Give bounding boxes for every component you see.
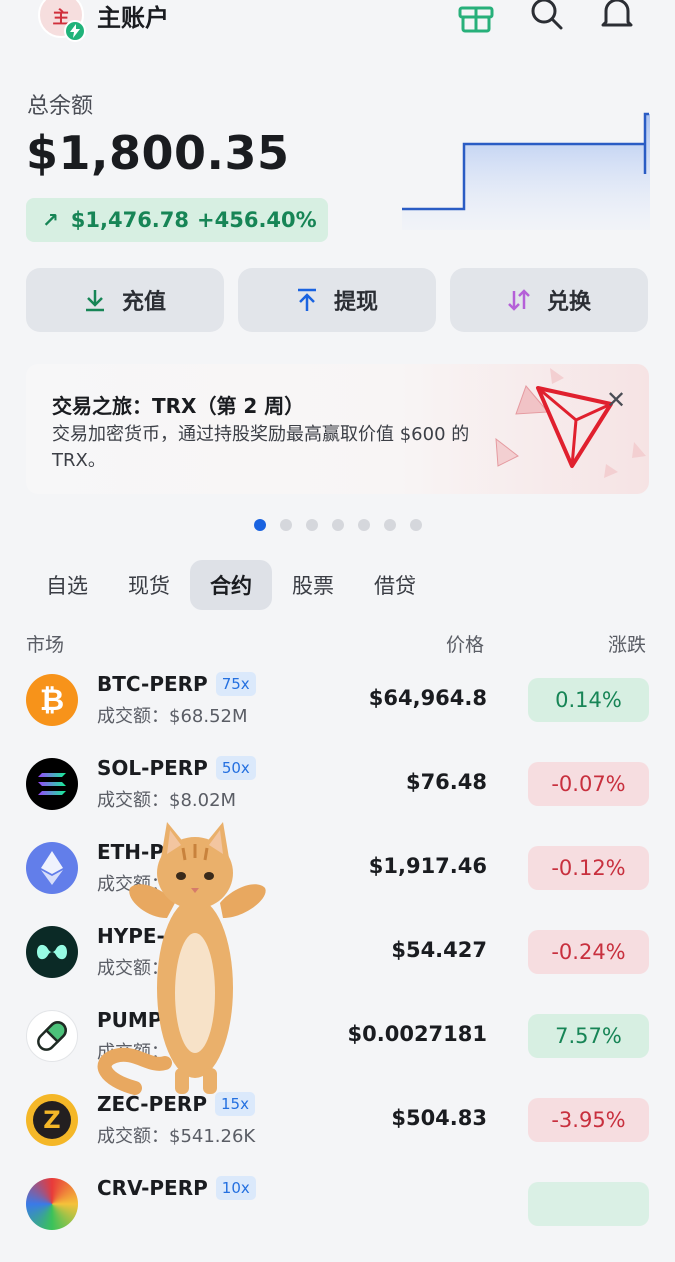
market-price: $64,964.8 — [368, 686, 487, 710]
carousel-dot[interactable] — [384, 519, 396, 531]
market-volume: 成交额：$8.02M — [97, 790, 237, 811]
column-change[interactable]: 涨跌 — [608, 630, 646, 657]
tab-spot[interactable]: 现货 — [108, 560, 190, 610]
balance-sparkline — [402, 112, 650, 230]
download-icon — [85, 290, 104, 312]
bell-icon[interactable] — [598, 0, 636, 34]
carousel-dot[interactable] — [280, 519, 292, 531]
carousel-dot[interactable] — [410, 519, 422, 531]
top-bar: 主 主账户 — [0, 0, 675, 42]
deposit-button[interactable]: 充值 — [26, 268, 224, 332]
pnl-badge[interactable]: ↗ $1,476.78 +456.40% — [26, 198, 328, 242]
account-name[interactable]: 主账户 — [97, 0, 169, 33]
market-tabs: 自选 现货 合约 股票 借贷 — [26, 560, 436, 610]
close-icon[interactable]: ✕ — [606, 386, 626, 414]
upload-icon — [297, 288, 316, 311]
market-symbol: SOL-PERP — [97, 756, 208, 780]
market-volume: 成交额：$68.52M — [97, 706, 248, 727]
withdraw-label: 提现 — [333, 290, 378, 315]
withdraw-button[interactable]: 提现 — [238, 268, 436, 332]
leverage-badge: 75x — [215, 672, 256, 696]
tron-logo-icon — [495, 368, 646, 478]
gift-icon[interactable] — [457, 0, 495, 34]
lightning-icon — [64, 20, 86, 42]
swap-icon — [508, 289, 530, 311]
total-balance-amount: $1,800.35 — [26, 126, 290, 180]
carousel-indicator — [254, 519, 436, 531]
market-symbol: CRV-PERP — [97, 1176, 208, 1200]
tab-perpetuals[interactable]: 合约 — [190, 560, 272, 610]
market-price: $0.0027181 — [347, 1022, 487, 1046]
bitcoin-icon: ₿ — [26, 674, 78, 726]
tab-lending[interactable]: 借贷 — [354, 560, 436, 610]
column-market[interactable]: 市场 — [26, 630, 64, 657]
tab-stocks[interactable]: 股票 — [272, 560, 354, 610]
banner-description: 交易加密货币，通过持股奖励最高赢取价值 $600 的 TRX。 — [52, 424, 470, 471]
promo-banner[interactable]: 交易之旅：TRX（第 2 周） 交易加密货币，通过持股奖励最高赢取价值 $600… — [26, 364, 649, 494]
ethereum-icon — [26, 842, 78, 894]
market-row[interactable]: Z ZEC-PERP 15x 成交额：$541.26K $504.83 -3.95… — [0, 1092, 675, 1178]
leverage-badge: 50x — [215, 756, 256, 780]
change-badge[interactable]: -3.95% — [528, 1098, 649, 1142]
change-badge[interactable]: 7.57% — [528, 1014, 649, 1058]
cat-sticker-icon — [97, 822, 266, 1095]
pnl-percent: +456.40% — [197, 208, 317, 232]
hyperliquid-icon — [26, 926, 78, 978]
change-badge[interactable]: -0.24% — [528, 930, 649, 974]
change-badge[interactable]: -0.12% — [528, 846, 649, 890]
zcash-icon: Z — [26, 1094, 78, 1146]
carousel-dot[interactable] — [306, 519, 318, 531]
deposit-label: 充值 — [121, 290, 166, 315]
market-price: $1,917.46 — [368, 854, 487, 878]
pill-icon — [26, 1010, 78, 1062]
market-symbol: BTC-PERP — [97, 672, 208, 696]
change-badge[interactable] — [528, 1182, 649, 1226]
solana-icon — [26, 758, 78, 810]
pnl-amount: $1,476.78 — [70, 208, 190, 232]
arrow-up-right-icon: ↗ — [42, 208, 59, 232]
market-row[interactable]: ₿ BTC-PERP 75x 成交额：$68.52M $64,964.8 0.14… — [0, 672, 675, 758]
column-price[interactable]: 价格 — [446, 630, 484, 657]
tab-watchlist[interactable]: 自选 — [26, 560, 108, 610]
curve-icon — [26, 1178, 78, 1230]
carousel-dot[interactable] — [358, 519, 370, 531]
change-badge[interactable]: 0.14% — [528, 678, 649, 722]
change-badge[interactable]: -0.07% — [528, 762, 649, 806]
swap-label: 兑换 — [546, 290, 591, 315]
market-row[interactable]: CRV-PERP 10x — [0, 1176, 675, 1262]
carousel-dot[interactable] — [254, 519, 266, 531]
carousel-dot[interactable] — [332, 519, 344, 531]
market-price: $76.48 — [405, 770, 487, 794]
search-icon[interactable] — [528, 0, 566, 34]
market-price: $54.427 — [391, 938, 487, 962]
swap-button[interactable]: 兑换 — [450, 268, 648, 332]
leverage-badge: 10x — [215, 1176, 256, 1200]
market-price: $504.83 — [391, 1106, 487, 1130]
market-volume: 成交额：$541.26K — [97, 1126, 256, 1147]
banner-title: 交易之旅：TRX（第 2 周） — [52, 394, 305, 418]
total-balance-label: 总余额 — [27, 94, 94, 119]
